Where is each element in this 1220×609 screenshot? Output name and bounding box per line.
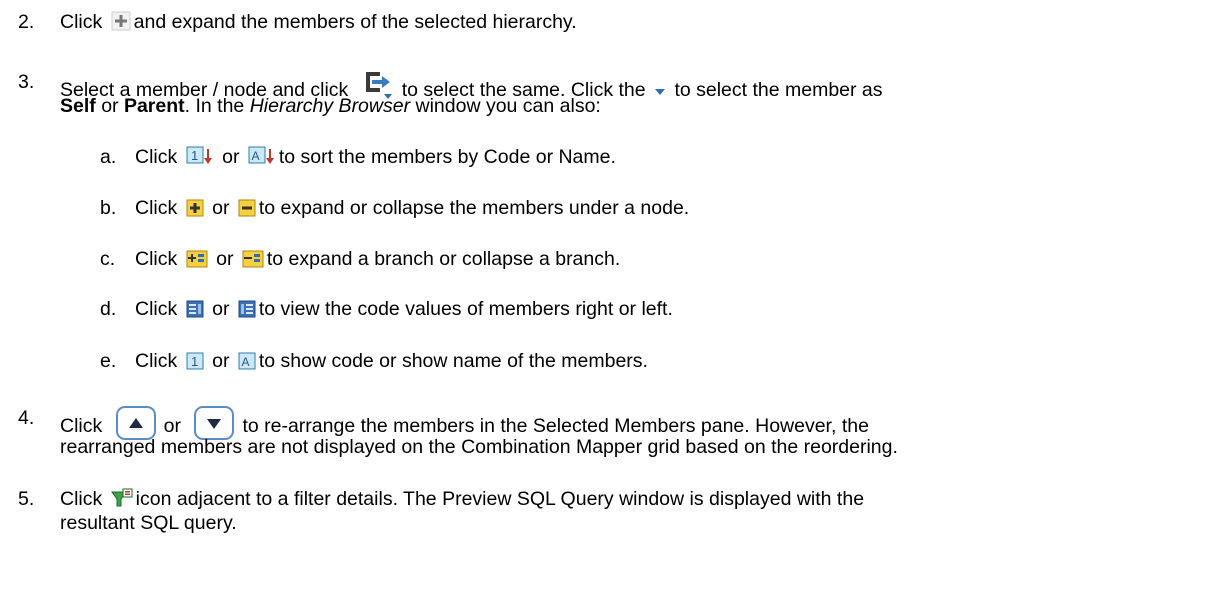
step-text: to sort the members by Code or Name.: [278, 146, 616, 168]
step-number: 2.: [18, 11, 35, 33]
or-text: or: [212, 298, 230, 320]
step-text: Click: [135, 197, 178, 219]
option-parent: Parent: [123, 95, 185, 117]
plus-icon: [111, 11, 131, 31]
option-self: Self: [60, 95, 96, 117]
step-3-continued: Self or Parent. In the Hierarchy Browser…: [60, 94, 601, 118]
expand-branch-icon: [186, 250, 208, 268]
step-text: to re-arrange the members in the Selecte…: [242, 415, 869, 437]
or-text: or: [216, 248, 234, 270]
sub-step-letter: d.: [100, 298, 117, 320]
code-left-icon: [238, 300, 256, 318]
step-text: Click: [60, 415, 103, 437]
step-text: to select the member as: [674, 79, 883, 101]
dropdown-arrow-icon: [654, 87, 666, 97]
or-text: or: [222, 146, 240, 168]
step-5-continued: resultant SQL query.: [60, 512, 237, 534]
step-text: Click: [60, 11, 103, 33]
or-text: or: [212, 197, 230, 219]
show-name-icon: A: [238, 352, 256, 370]
step-text: . In the: [184, 95, 245, 117]
step-text: to view the code values of members right…: [258, 298, 673, 320]
preview-sql-filter-icon: [110, 488, 133, 508]
sub-step-letter: e.: [100, 350, 117, 372]
collapse-node-icon: [238, 199, 256, 217]
step-text: window you can also:: [415, 95, 601, 117]
or-text: or: [163, 415, 182, 437]
step-number: 3.: [18, 71, 35, 93]
svg-text:A: A: [251, 149, 259, 163]
step-text: to expand or collapse the members under …: [258, 197, 690, 219]
step-text: to expand a branch or collapse a branch.: [266, 248, 621, 270]
expand-node-icon: [186, 199, 204, 217]
show-code-icon: 1: [186, 352, 204, 370]
step-text: to show code or show name of the members…: [258, 350, 648, 372]
step-text: Click: [135, 298, 178, 320]
step-number: 5.: [18, 488, 35, 510]
sub-step-letter: b.: [100, 197, 117, 219]
sub-step-letter: a.: [100, 146, 117, 168]
svg-text:1: 1: [191, 354, 198, 369]
or-text: or: [212, 350, 230, 372]
step-text: Click: [60, 488, 103, 510]
or-text: or: [101, 95, 119, 117]
step-number: 4.: [18, 407, 35, 429]
sort-by-name-icon: A: [248, 146, 276, 166]
step-text: Click: [135, 248, 178, 270]
svg-text:1: 1: [191, 148, 198, 163]
step-4-continued: rearranged members are not displayed on …: [60, 436, 898, 458]
step-text: Click: [135, 146, 178, 168]
sort-by-code-icon: 1: [186, 146, 214, 166]
svg-text:A: A: [241, 355, 249, 369]
step-text: Click: [135, 350, 178, 372]
sub-step-letter: c.: [100, 248, 116, 270]
step-text: and expand the members of the selected h…: [133, 11, 577, 33]
collapse-branch-icon: [242, 250, 264, 268]
step-text: icon adjacent to a filter details. The P…: [135, 488, 865, 510]
code-right-icon: [186, 300, 204, 318]
hierarchy-browser-label: Hierarchy Browser: [249, 95, 411, 117]
